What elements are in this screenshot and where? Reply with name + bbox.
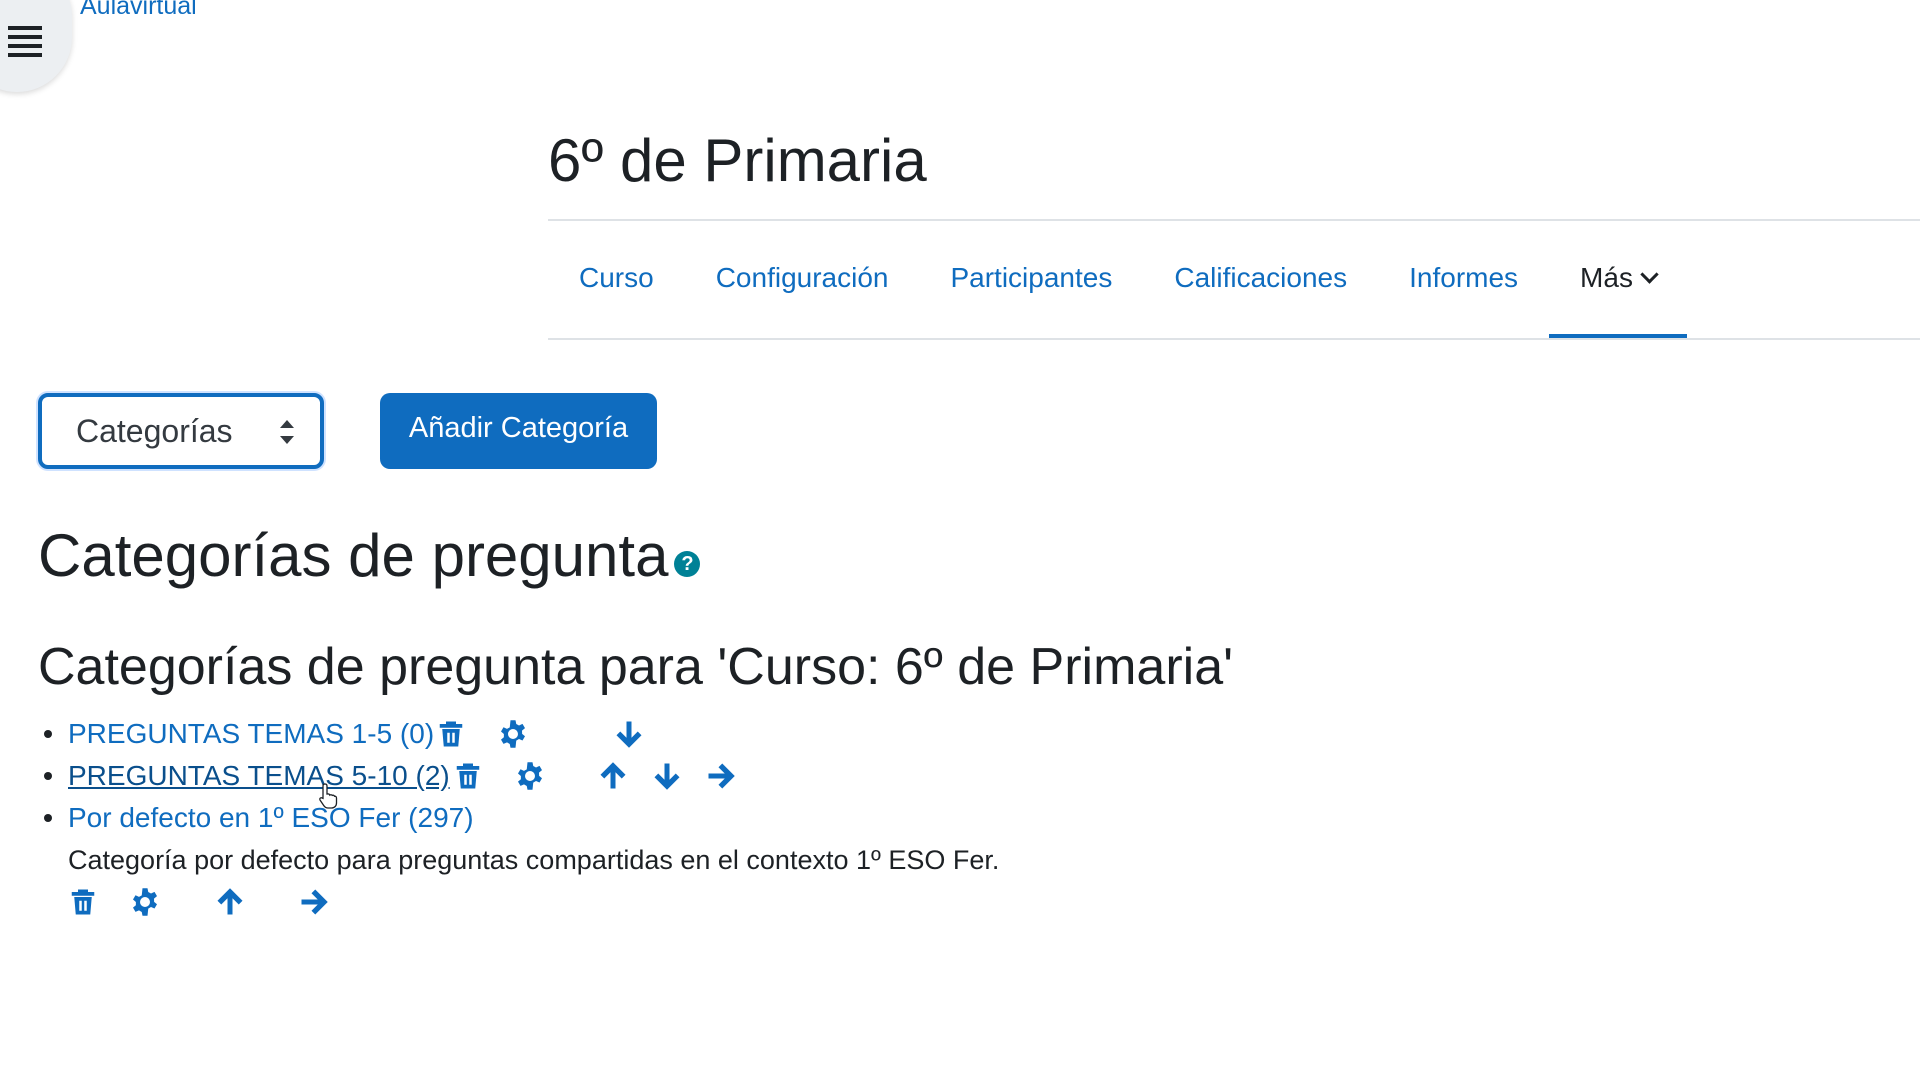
tab-mas-label: Más [1580, 262, 1633, 293]
trash-icon[interactable] [453, 761, 483, 791]
breadcrumb-home[interactable]: Aulavirtual [80, 0, 197, 21]
trash-icon[interactable] [68, 887, 98, 917]
category-link[interactable]: Por defecto en 1º ESO Fer (297) [68, 797, 474, 839]
chevron-down-icon [1640, 265, 1659, 284]
tab-configuracion[interactable]: Configuración [685, 255, 920, 339]
page-heading-text: Categorías de pregunta [38, 522, 669, 589]
category-description-row: Categoría por defecto para preguntas com… [38, 839, 1338, 881]
tab-informes[interactable]: Informes [1378, 255, 1549, 339]
arrow-right-icon[interactable] [706, 761, 736, 791]
course-secondary-nav: Curso Configuración Participantes Califi… [548, 255, 1687, 339]
list-bullet [44, 730, 52, 738]
page-heading: Categorías de pregunta? [38, 516, 701, 596]
category-link[interactable]: PREGUNTAS TEMAS 5-10 (2) [68, 755, 450, 797]
tab-calificaciones[interactable]: Calificaciones [1143, 255, 1378, 339]
arrow-right-icon[interactable] [299, 887, 329, 917]
course-title: 6º de Primaria [548, 127, 927, 194]
category-list: PREGUNTAS TEMAS 1-5 (0) PREGUNTAS TEMAS … [38, 713, 1338, 923]
arrow-up-icon[interactable] [598, 761, 628, 791]
list-bullet [44, 772, 52, 780]
list-icon [8, 26, 42, 62]
course-index-toggle[interactable] [0, 0, 72, 92]
category-nav-select-value: Categorías [76, 413, 233, 449]
hand-cursor-icon [319, 783, 338, 809]
category-item: PREGUNTAS TEMAS 1-5 (0) [38, 713, 1338, 755]
tab-participantes[interactable]: Participantes [919, 255, 1143, 339]
arrow-down-icon[interactable] [652, 761, 682, 791]
header-divider [548, 219, 1920, 221]
gear-icon[interactable] [515, 761, 545, 791]
help-icon[interactable]: ? [674, 551, 701, 578]
trash-icon[interactable] [436, 719, 466, 749]
add-category-button[interactable]: Añadir Categoría [380, 393, 657, 469]
category-item: Por defecto en 1º ESO Fer (297) [38, 797, 1338, 839]
nav-divider [548, 338, 1920, 340]
section-heading: Categorías de pregunta para 'Curso: 6º d… [38, 638, 1234, 696]
category-actions-row [38, 881, 1338, 923]
gear-icon[interactable] [498, 719, 528, 749]
arrow-down-icon[interactable] [614, 719, 644, 749]
sort-arrows-icon [280, 420, 294, 444]
tab-mas[interactable]: Más [1549, 255, 1687, 339]
category-link[interactable]: PREGUNTAS TEMAS 1-5 (0) [68, 713, 434, 755]
category-nav-select[interactable]: Categorías [38, 393, 324, 469]
list-bullet [44, 814, 52, 822]
tab-curso[interactable]: Curso [548, 255, 685, 339]
category-item: PREGUNTAS TEMAS 5-10 (2) [38, 755, 1338, 797]
arrow-up-icon[interactable] [215, 887, 245, 917]
category-description: Categoría por defecto para preguntas com… [68, 845, 1000, 875]
gear-icon[interactable] [130, 887, 160, 917]
